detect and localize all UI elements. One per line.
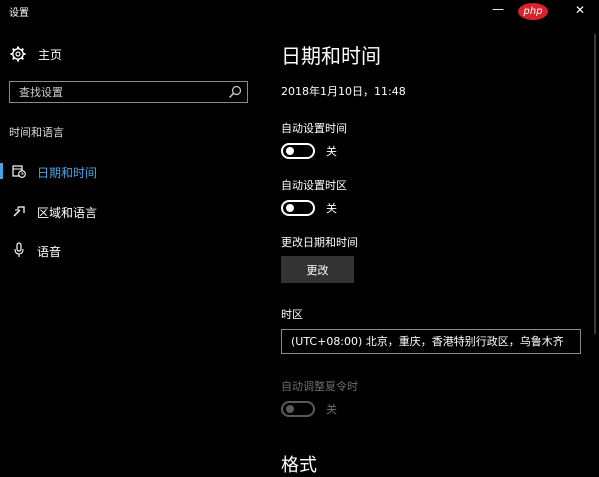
sidebar-item-label: 日期和时间 [37, 166, 98, 180]
home-label: 主页 [38, 47, 63, 62]
toggle-knob [286, 405, 294, 413]
auto-time-toggle[interactable] [281, 143, 315, 159]
selection-indicator [0, 163, 3, 179]
window-title: 设置 [9, 8, 29, 19]
current-datetime: 2018年1月10日，11:48 [281, 85, 406, 98]
sidebar-item-label: 区域和语言 [37, 206, 98, 220]
title-bar: 设置 — php ✕ [0, 0, 599, 24]
toggle-knob [286, 204, 294, 212]
auto-time-state: 关 [326, 145, 337, 158]
sidebar-item-speech[interactable]: 语音 [0, 239, 262, 261]
search-input[interactable] [10, 82, 229, 102]
daylight-saving-toggle[interactable] [281, 401, 315, 417]
sidebar-item-region-language[interactable]: 区域和语言 [0, 200, 262, 222]
auto-timezone-toggle-row: 关 [281, 198, 337, 218]
timezone-label: 时区 [281, 308, 303, 321]
sidebar-item-label: 语音 [37, 245, 62, 259]
main-content: 日期和时间 2018年1月10日，11:48 自动设置时间 关 自动设置时区 关… [281, 24, 581, 476]
close-button[interactable]: ✕ [575, 3, 585, 17]
microphone-icon [14, 242, 24, 257]
scrollbar-thumb[interactable] [594, 34, 596, 334]
region-language-icon [13, 206, 25, 217]
search-box[interactable] [9, 81, 248, 103]
daylight-saving-label: 自动调整夏令时 [281, 380, 358, 393]
auto-time-toggle-row: 关 [281, 141, 337, 161]
section-heading: 时间和语言 [9, 126, 64, 139]
page-title: 日期和时间 [281, 44, 381, 68]
daylight-saving-toggle-row: 关 [281, 399, 337, 419]
gear-icon [10, 46, 26, 62]
toggle-knob [286, 147, 294, 155]
change-datetime-label: 更改日期和时间 [281, 236, 358, 249]
minimize-button[interactable]: — [492, 2, 504, 16]
scrollbar[interactable] [587, 24, 599, 476]
auto-timezone-label: 自动设置时区 [281, 179, 347, 192]
sidebar: 主页 时间和语言 日期和时间 区域和语言 语音 [0, 24, 262, 476]
auto-timezone-state: 关 [326, 202, 337, 215]
auto-timezone-toggle[interactable] [281, 200, 315, 216]
change-button[interactable]: 更改 [281, 256, 354, 283]
calendar-clock-icon [12, 165, 26, 178]
search-icon[interactable] [228, 85, 242, 99]
home-nav-item[interactable]: 主页 [10, 44, 62, 64]
format-heading: 格式 [281, 455, 317, 476]
sidebar-item-date-time[interactable]: 日期和时间 [0, 160, 262, 182]
daylight-saving-state: 关 [326, 403, 337, 416]
auto-time-label: 自动设置时间 [281, 122, 347, 135]
timezone-dropdown[interactable]: (UTC+08:00) 北京，重庆，香港特别行政区，乌鲁木齐 [281, 329, 581, 354]
watermark-logo: php [518, 3, 548, 20]
